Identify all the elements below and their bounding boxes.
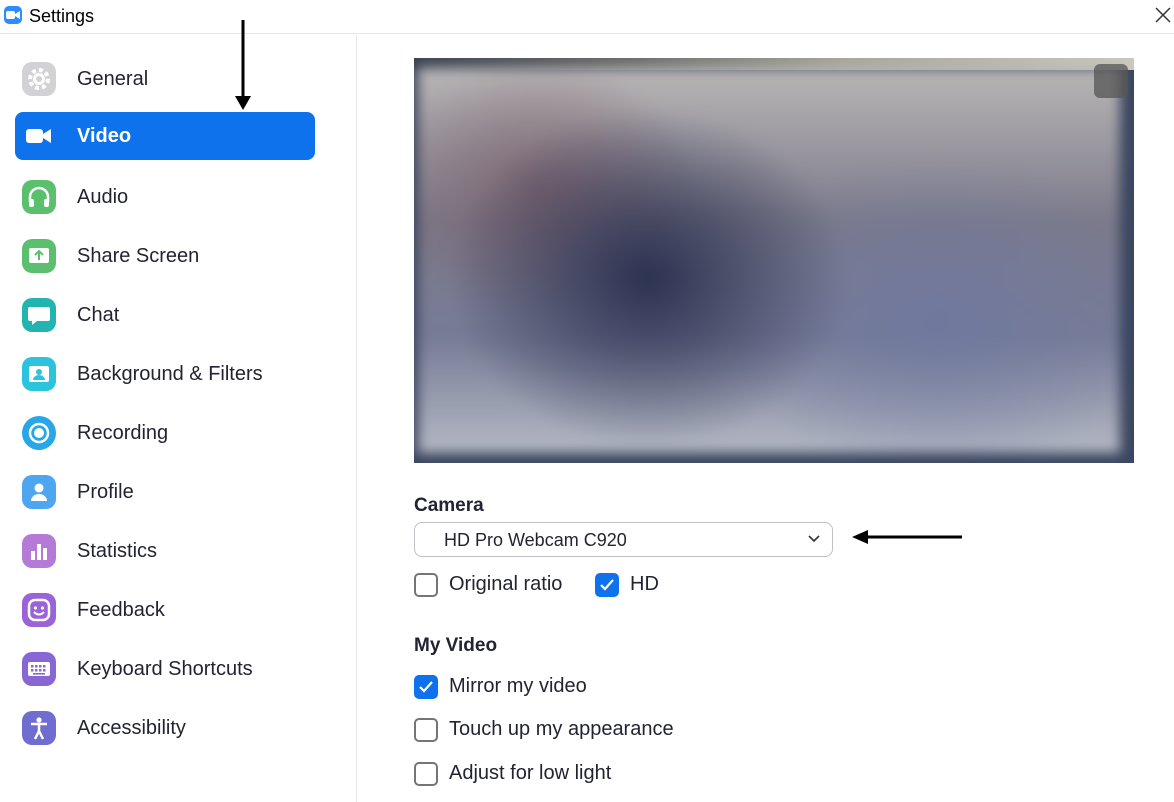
- sidebar-item-general[interactable]: General: [15, 55, 315, 103]
- sidebar-item-statistics[interactable]: Statistics: [15, 527, 315, 575]
- checkmark-icon: [600, 579, 614, 591]
- settings-sidebar: General Video Audio Share Screen Chat Ba…: [0, 35, 357, 802]
- hd-label: HD: [630, 573, 659, 595]
- smiley-icon: [22, 593, 56, 627]
- bar-chart-icon: [22, 534, 56, 568]
- sidebar-item-feedback[interactable]: Feedback: [15, 586, 315, 634]
- down-arrow-annotation: [235, 20, 251, 110]
- sidebar-item-recording[interactable]: Recording: [15, 409, 315, 457]
- blurred-video-feed: [418, 68, 1120, 453]
- sidebar-item-share-screen[interactable]: Share Screen: [15, 232, 315, 280]
- sidebar-item-profile[interactable]: Profile: [15, 468, 315, 516]
- headphones-icon: [22, 180, 56, 214]
- camera-select[interactable]: HD Pro Webcam C920: [414, 522, 833, 557]
- my-video-section-title: My Video: [414, 635, 498, 656]
- camera-preview: [414, 58, 1134, 463]
- checkmark-icon: [419, 681, 433, 693]
- sidebar-item-label: Keyboard Shortcuts: [77, 658, 253, 680]
- touch-up-label: Touch up my appearance: [449, 718, 674, 740]
- sidebar-item-accessibility[interactable]: Accessibility: [15, 704, 315, 752]
- touch-up-checkbox[interactable]: [414, 718, 438, 742]
- sidebar-item-label: Background & Filters: [77, 363, 263, 385]
- background-person-icon: [22, 357, 56, 391]
- record-icon: [22, 416, 56, 450]
- mirror-video-checkbox[interactable]: [414, 675, 438, 699]
- rotate-camera-icon[interactable]: [1094, 64, 1128, 98]
- sidebar-item-background-filters[interactable]: Background & Filters: [15, 350, 315, 398]
- low-light-label: Adjust for low light: [449, 762, 612, 784]
- sidebar-item-chat[interactable]: Chat: [15, 291, 315, 339]
- camera-select-value: HD Pro Webcam C920: [444, 530, 627, 550]
- original-ratio-checkbox[interactable]: [414, 573, 438, 597]
- user-icon: [22, 475, 56, 509]
- share-screen-icon: [22, 239, 56, 273]
- video-camera-icon: [22, 119, 56, 153]
- sidebar-item-audio[interactable]: Audio: [15, 173, 315, 221]
- camera-section-title: Camera: [414, 495, 484, 516]
- sidebar-item-video[interactable]: Video: [15, 112, 315, 160]
- sidebar-item-label: General: [77, 68, 149, 90]
- hd-checkbox[interactable]: [595, 573, 619, 597]
- sidebar-item-keyboard-shortcuts[interactable]: Keyboard Shortcuts: [15, 645, 315, 693]
- keyboard-icon: [22, 652, 56, 686]
- chevron-down-icon: [808, 535, 820, 543]
- video-settings-panel: Camera HD Pro Webcam C920 Original ratio…: [358, 35, 1174, 802]
- sidebar-item-label: Recording: [77, 422, 169, 444]
- sidebar-item-label: Audio: [77, 186, 129, 208]
- original-ratio-label: Original ratio: [449, 573, 563, 595]
- title-bar: Settings: [0, 0, 1174, 34]
- low-light-checkbox[interactable]: [414, 762, 438, 786]
- mirror-video-label: Mirror my video: [449, 675, 587, 697]
- sidebar-item-label: Share Screen: [77, 245, 200, 267]
- window-title: Settings: [29, 6, 95, 26]
- sidebar-item-label: Profile: [77, 481, 134, 503]
- gear-icon: [22, 62, 56, 96]
- accessibility-icon: [22, 711, 56, 745]
- chat-bubble-icon: [22, 298, 56, 332]
- zoom-app-icon: [4, 6, 22, 24]
- sidebar-item-label: Feedback: [77, 599, 165, 621]
- sidebar-item-label: Video: [77, 125, 132, 147]
- close-icon[interactable]: [1154, 6, 1172, 24]
- sidebar-item-label: Accessibility: [77, 717, 186, 739]
- sidebar-item-label: Chat: [77, 304, 120, 326]
- sidebar-item-label: Statistics: [77, 540, 158, 562]
- left-arrow-annotation: [852, 530, 962, 544]
